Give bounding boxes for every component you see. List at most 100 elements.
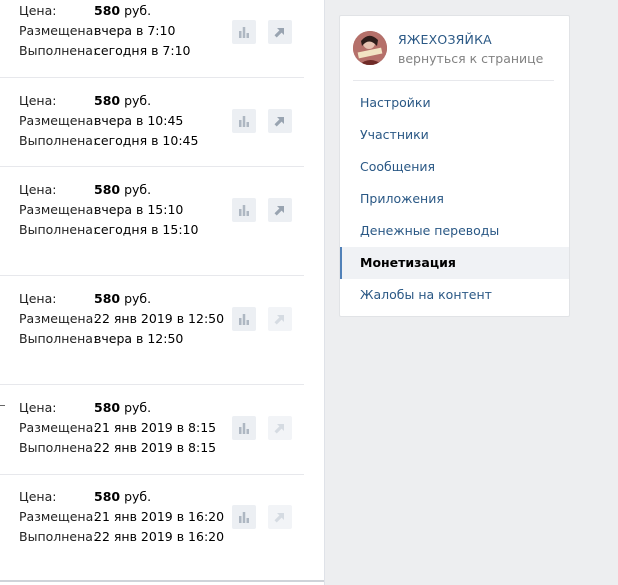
done-label: Выполнена:: [19, 43, 98, 58]
placed-value: 22 янв 2019 в 12:50: [94, 311, 225, 326]
placed-label: Размещена:: [19, 311, 98, 326]
placed-row: Размещена: вчера в 15:10: [0, 200, 240, 220]
done-label: Выполнена:: [19, 133, 98, 148]
placed-value: вчера в 15:10: [94, 202, 184, 217]
price-value: 580 руб.: [94, 93, 152, 108]
stats-button[interactable]: [232, 307, 256, 331]
stats-button[interactable]: [232, 505, 256, 529]
share-button[interactable]: [268, 20, 292, 44]
arrow-up-right-icon: [274, 28, 284, 38]
order-divider: [0, 166, 304, 167]
order-divider: [0, 384, 304, 385]
share-button[interactable]: [268, 109, 292, 133]
done-value: вчера в 12:50: [94, 331, 184, 346]
done-value: сегодня в 10:45: [94, 133, 199, 148]
done-row: Выполнена: 22 янв 2019 в 8:15: [0, 438, 240, 458]
placed-label: Размещена:: [19, 113, 98, 128]
done-row: Выполнена: сегодня в 15:10: [0, 220, 240, 240]
price-row: Цена: 580 руб.: [0, 289, 240, 309]
price-row: Цена: 580 руб.: [0, 487, 240, 507]
price-value: 580 руб.: [94, 489, 152, 504]
stats-button[interactable]: [232, 416, 256, 440]
menu-item-content-reports[interactable]: Жалобы на контент: [340, 279, 569, 311]
bar-chart-icon: [239, 423, 249, 434]
done-row: Выполнена: сегодня в 10:45: [0, 131, 240, 151]
price-value: 580 руб.: [94, 3, 152, 18]
stats-button[interactable]: [232, 198, 256, 222]
group-name-link[interactable]: ЯЖЕХОЗЯЙКА: [398, 32, 492, 47]
price-value: 580 руб.: [94, 400, 152, 415]
placed-label: Размещена:: [19, 23, 98, 38]
share-button-disabled: [268, 416, 292, 440]
price-label: Цена:: [19, 93, 57, 108]
menu-item-apps[interactable]: Приложения: [340, 183, 569, 215]
stats-button[interactable]: [232, 109, 256, 133]
menu-item-money-transfers[interactable]: Денежные переводы: [340, 215, 569, 247]
price-label: Цена:: [19, 291, 57, 306]
order-divider: [0, 474, 304, 475]
placed-row: Размещена: 21 янв 2019 в 8:15: [0, 418, 240, 438]
done-row: Выполнена: сегодня в 7:10: [0, 41, 240, 61]
avatar-image-icon: [353, 31, 387, 65]
placed-row: Размещена: 21 янв 2019 в 16:20: [0, 507, 240, 527]
placed-row: Размещена: вчера в 10:45: [0, 111, 240, 131]
arrow-up-right-icon: [274, 315, 284, 325]
placed-row: Размещена: вчера в 7:10: [0, 21, 240, 41]
placed-label: Размещена:: [19, 509, 98, 524]
placed-row: Размещена: 22 янв 2019 в 12:50: [0, 309, 240, 329]
arrow-up-right-icon: [274, 424, 284, 434]
arrow-up-right-icon: [274, 513, 284, 523]
share-button-disabled: [268, 307, 292, 331]
price-row: Цена: 580 руб.: [0, 180, 240, 200]
bar-chart-icon: [239, 27, 249, 38]
price-row: Цена: 580 руб.: [0, 91, 240, 111]
arrow-up-right-icon: [274, 206, 284, 216]
menu-item-members[interactable]: Участники: [340, 119, 569, 151]
bar-chart-icon: [239, 512, 249, 523]
price-label: Цена:: [19, 182, 57, 197]
placed-value: вчера в 10:45: [94, 113, 184, 128]
price-label: Цена:: [19, 3, 57, 18]
done-value: сегодня в 7:10: [94, 43, 191, 58]
price-label: Цена:: [19, 400, 57, 415]
bar-chart-icon: [239, 116, 249, 127]
card-divider: [353, 80, 554, 81]
share-button[interactable]: [268, 198, 292, 222]
price-row: Цена: 580 руб.: [0, 1, 240, 21]
done-value: сегодня в 15:10: [94, 222, 199, 237]
orders-panel: Цена: 580 руб. Размещена: вчера в 7:10 В…: [0, 0, 324, 585]
share-button-disabled: [268, 505, 292, 529]
bar-chart-icon: [239, 314, 249, 325]
placed-label: Размещена:: [19, 420, 98, 435]
placed-label: Размещена:: [19, 202, 98, 217]
price-value: 580 руб.: [94, 291, 152, 306]
community-menu-card: ЯЖЕХОЗЯЙКА вернуться к странице Настройк…: [339, 15, 570, 317]
done-row: Выполнена: вчера в 12:50: [0, 329, 240, 349]
placed-value: вчера в 7:10: [94, 23, 176, 38]
done-label: Выполнена:: [19, 222, 98, 237]
stats-button[interactable]: [232, 20, 256, 44]
arrow-up-right-icon: [274, 117, 284, 127]
done-label: Выполнена:: [19, 440, 98, 455]
group-avatar[interactable]: [353, 31, 387, 65]
done-value: 22 янв 2019 в 8:15: [94, 440, 217, 455]
placed-value: 21 янв 2019 в 16:20: [94, 509, 225, 524]
done-label: Выполнена:: [19, 331, 98, 346]
menu-item-settings[interactable]: Настройки: [340, 87, 569, 119]
bar-chart-icon: [239, 205, 249, 216]
done-value: 22 янв 2019 в 16:20: [94, 529, 225, 544]
menu-item-messages[interactable]: Сообщения: [340, 151, 569, 183]
group-header[interactable]: ЯЖЕХОЗЯЙКА вернуться к странице: [353, 31, 553, 71]
order-divider: [0, 77, 304, 78]
order-divider: [0, 275, 304, 276]
placed-value: 21 янв 2019 в 8:15: [94, 420, 217, 435]
bottom-border: [0, 580, 324, 582]
price-row: Цена: 580 руб.: [0, 398, 240, 418]
menu-item-monetization[interactable]: Монетизация: [340, 247, 569, 279]
back-to-page-link[interactable]: вернуться к странице: [398, 51, 543, 66]
done-label: Выполнена:: [19, 529, 98, 544]
price-label: Цена:: [19, 489, 57, 504]
done-row: Выполнена: 22 янв 2019 в 16:20: [0, 527, 240, 547]
price-value: 580 руб.: [94, 182, 152, 197]
panel-border: [324, 0, 325, 585]
